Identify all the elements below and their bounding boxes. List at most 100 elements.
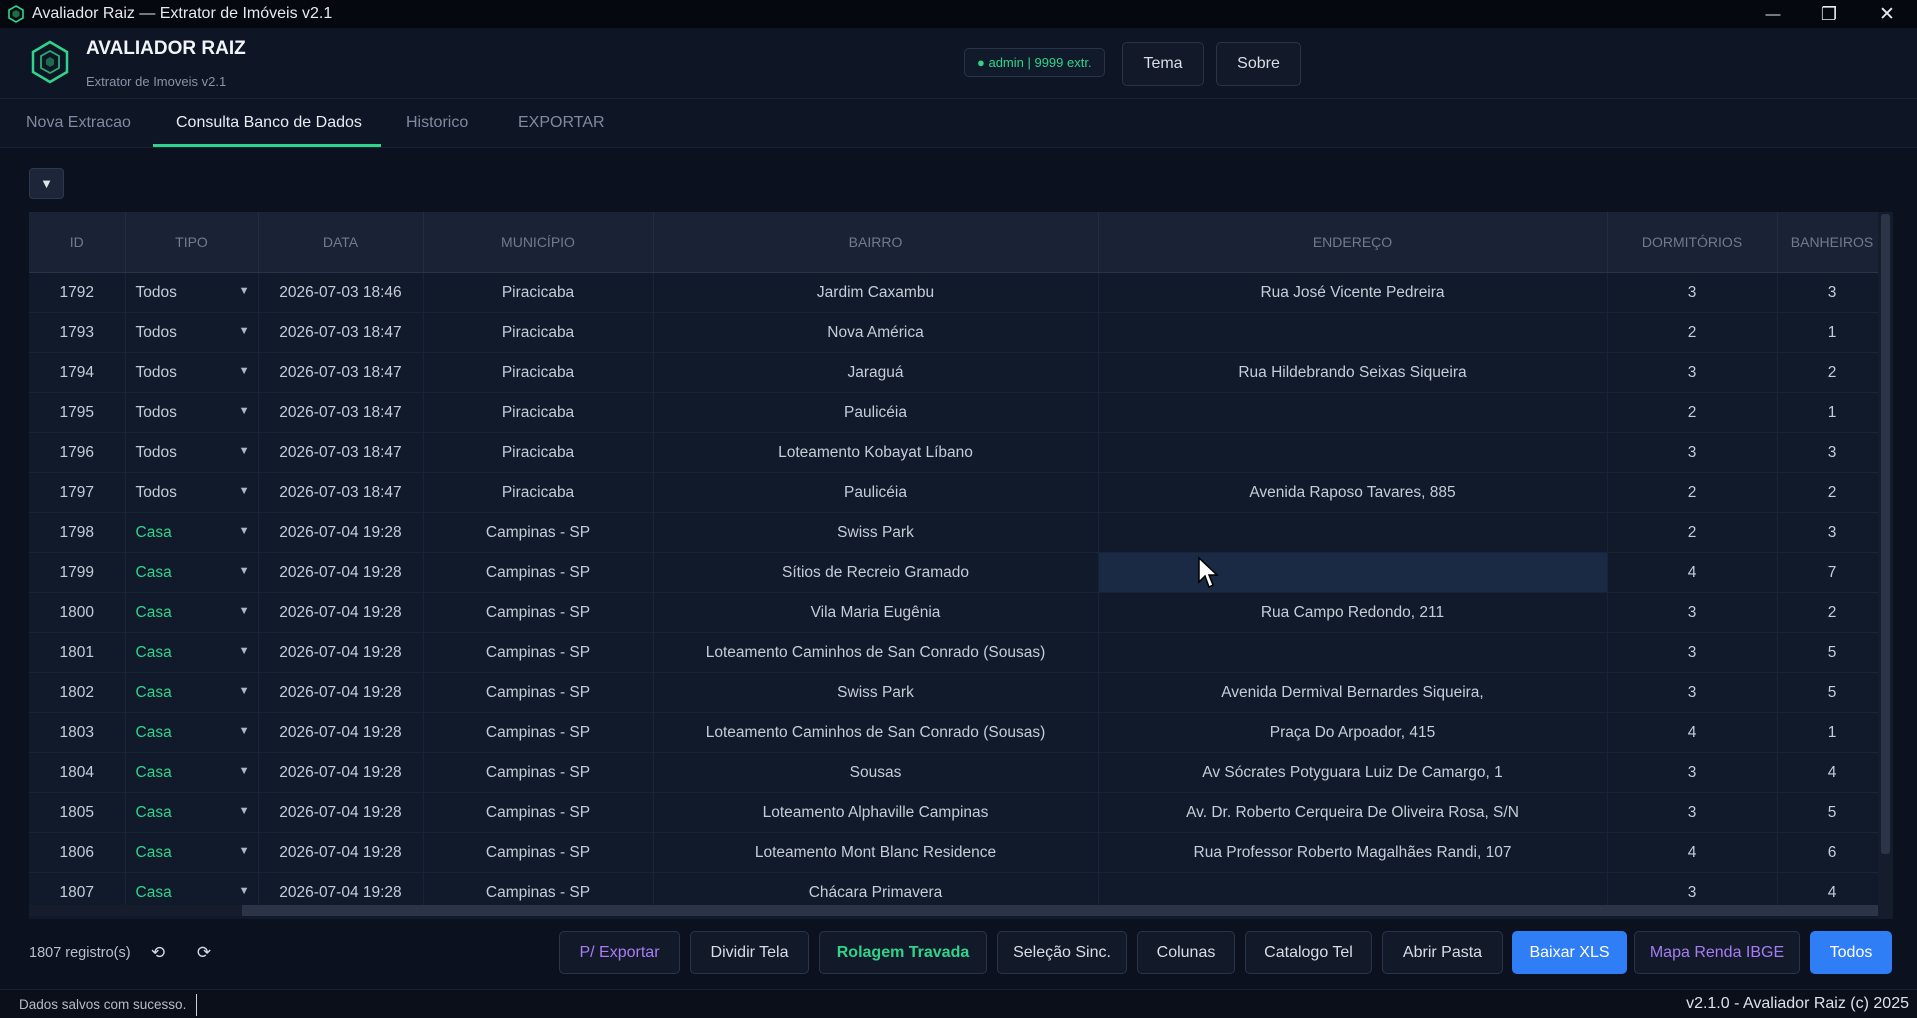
table-cell[interactable]: Loteamento Caminhos de San Conrado (Sous… — [653, 712, 1099, 753]
download-xls-button[interactable]: Baixar XLS — [1512, 931, 1627, 974]
table-row[interactable]: 1794 Todos ▼ 2026-07-03 18:47 Piracicaba Jara… — [29, 352, 1888, 393]
table-cell[interactable]: 1805 — [29, 792, 126, 833]
dropdown-arrow-icon[interactable]: ▼ — [239, 885, 250, 897]
table-cell[interactable]: Todos ▼ — [125, 272, 259, 313]
table-cell[interactable]: 2 — [1607, 512, 1778, 553]
table-cell[interactable]: Av Sócrates Potyguara Luiz De Camargo, 1 — [1098, 752, 1608, 793]
table-cell[interactable]: 3 — [1607, 432, 1778, 473]
table-cell[interactable]: 2026-07-03 18:47 — [258, 352, 424, 393]
dropdown-arrow-icon[interactable]: ▼ — [239, 405, 250, 417]
table-cell[interactable]: 2 — [1607, 472, 1778, 513]
table-cell[interactable]: 2 — [1607, 312, 1778, 353]
dropdown-arrow-icon[interactable]: ▼ — [239, 605, 250, 617]
table-cell[interactable]: Casa ▼ — [125, 592, 259, 633]
table-row[interactable]: 1797 Todos ▼ 2026-07-03 18:47 Piracicaba Paul… — [29, 472, 1888, 513]
table-row[interactable]: 1793 Todos ▼ 2026-07-03 18:47 Piracicaba Nova… — [29, 312, 1888, 353]
dropdown-arrow-icon[interactable]: ▼ — [239, 765, 250, 777]
table-cell[interactable]: Piracicaba — [423, 272, 654, 313]
dropdown-arrow-icon[interactable]: ▼ — [239, 565, 250, 577]
table-cell[interactable]: Casa ▼ — [125, 632, 259, 673]
table-cell[interactable]: Todos ▼ — [125, 472, 259, 513]
tab-nova-extracao[interactable]: Nova Extracao — [26, 99, 131, 147]
column-header[interactable]: MUNICÍPIO — [423, 212, 654, 273]
tab-historico[interactable]: Historico — [406, 99, 468, 147]
table-cell[interactable]: 1802 — [29, 672, 126, 713]
sync-button[interactable]: ⟳ — [192, 940, 216, 966]
dropdown-arrow-icon[interactable]: ▼ — [239, 365, 250, 377]
horizontal-scroll-thumb[interactable] — [242, 905, 1878, 916]
table-cell[interactable] — [1098, 552, 1608, 593]
table-cell[interactable]: 1795 — [29, 392, 126, 433]
table-cell[interactable]: Jardim Caxambu — [653, 272, 1099, 313]
table-cell[interactable]: 1800 — [29, 592, 126, 633]
table-cell[interactable]: 2 — [1777, 352, 1888, 393]
about-button[interactable]: Sobre — [1216, 42, 1301, 86]
table-cell[interactable]: 7 — [1777, 552, 1888, 593]
column-header[interactable]: ENDEREÇO — [1098, 212, 1608, 273]
table-cell[interactable]: 4 — [1607, 712, 1778, 753]
table-cell[interactable]: Campinas - SP — [423, 592, 654, 633]
table-cell[interactable]: 2026-07-04 19:28 — [258, 672, 424, 713]
scroll-lock-button[interactable]: Rolagem Travada — [819, 931, 987, 974]
table-cell[interactable]: Avenida Dermival Bernardes Siqueira, — [1098, 672, 1608, 713]
table-cell[interactable]: Casa ▼ — [125, 552, 259, 593]
dropdown-arrow-icon[interactable]: ▼ — [239, 805, 250, 817]
columns-button[interactable]: Colunas — [1137, 931, 1235, 974]
table-cell[interactable]: Nova América — [653, 312, 1099, 353]
table-cell[interactable]: 2026-07-04 19:28 — [258, 632, 424, 673]
table-row[interactable]: 1795 Todos ▼ 2026-07-03 18:47 Piracicaba Paul… — [29, 392, 1888, 433]
filter-toggle-button[interactable]: ▼ — [29, 168, 64, 199]
table-cell[interactable]: Casa ▼ — [125, 712, 259, 753]
table-cell[interactable]: Campinas - SP — [423, 752, 654, 793]
table-cell[interactable]: 1 — [1777, 712, 1888, 753]
table-cell[interactable]: 3 — [1607, 672, 1778, 713]
table-cell[interactable]: Todos ▼ — [125, 352, 259, 393]
column-header[interactable]: ID — [29, 212, 126, 273]
dropdown-arrow-icon[interactable]: ▼ — [239, 485, 250, 497]
table-cell[interactable]: Piracicaba — [423, 352, 654, 393]
table-cell[interactable]: Campinas - SP — [423, 632, 654, 673]
theme-button[interactable]: Tema — [1122, 42, 1204, 86]
table-cell[interactable]: Swiss Park — [653, 512, 1099, 553]
table-cell[interactable]: 4 — [1607, 832, 1778, 873]
table-cell[interactable]: 2026-07-03 18:46 — [258, 272, 424, 313]
table-cell[interactable]: 2026-07-03 18:47 — [258, 312, 424, 353]
table-cell[interactable]: 3 — [1607, 272, 1778, 313]
table-cell[interactable]: 2 — [1607, 392, 1778, 433]
column-header[interactable]: TIPO — [125, 212, 259, 273]
table-cell[interactable]: 1793 — [29, 312, 126, 353]
table-row[interactable]: 1803 Casa ▼ 2026-07-04 19:28 Campinas - SP Lo… — [29, 712, 1888, 753]
table-cell[interactable]: Campinas - SP — [423, 792, 654, 833]
table-cell[interactable]: 2026-07-04 19:28 — [258, 512, 424, 553]
table-cell[interactable]: 1803 — [29, 712, 126, 753]
table-cell[interactable]: Loteamento Mont Blanc Residence — [653, 832, 1099, 873]
table-cell[interactable]: 3 — [1607, 632, 1778, 673]
table-cell[interactable]: 5 — [1777, 672, 1888, 713]
table-cell[interactable]: 1801 — [29, 632, 126, 673]
table-cell[interactable]: 2026-07-03 18:47 — [258, 472, 424, 513]
table-cell[interactable]: Campinas - SP — [423, 512, 654, 553]
table-cell[interactable]: 3 — [1607, 592, 1778, 633]
table-cell[interactable]: 1806 — [29, 832, 126, 873]
table-cell[interactable]: 4 — [1777, 752, 1888, 793]
table-cell[interactable]: Rua José Vicente Pedreira — [1098, 272, 1608, 313]
table-cell[interactable]: Piracicaba — [423, 472, 654, 513]
dropdown-arrow-icon[interactable]: ▼ — [239, 325, 250, 337]
table-row[interactable]: 1792 Todos ▼ 2026-07-03 18:46 Piracicaba Jard… — [29, 272, 1888, 313]
table-cell[interactable]: Piracicaba — [423, 392, 654, 433]
table-cell[interactable] — [1098, 392, 1608, 433]
ibge-income-map-button[interactable]: Mapa Renda IBGE — [1634, 931, 1800, 974]
table-cell[interactable]: Paulicéia — [653, 472, 1099, 513]
table-cell[interactable]: Campinas - SP — [423, 672, 654, 713]
table-cell[interactable]: Paulicéia — [653, 392, 1099, 433]
table-cell[interactable]: Piracicaba — [423, 312, 654, 353]
sync-selection-button[interactable]: Seleção Sinc. — [997, 931, 1127, 974]
dropdown-arrow-icon[interactable]: ▼ — [239, 525, 250, 537]
vertical-scroll-thumb[interactable] — [1881, 214, 1890, 854]
table-cell[interactable]: 1797 — [29, 472, 126, 513]
table-cell[interactable]: Todos ▼ — [125, 392, 259, 433]
table-cell[interactable]: 1804 — [29, 752, 126, 793]
table-cell[interactable]: Av. Dr. Roberto Cerqueira De Oliveira Ro… — [1098, 792, 1608, 833]
table-cell[interactable]: Loteamento Alphaville Campinas — [653, 792, 1099, 833]
table-cell[interactable]: 5 — [1777, 792, 1888, 833]
